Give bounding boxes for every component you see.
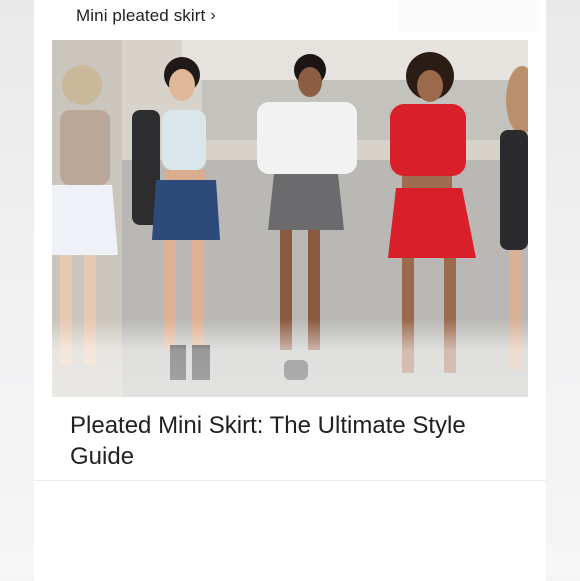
header-placeholder bbox=[398, 0, 540, 32]
right-margin bbox=[546, 0, 580, 580]
article-title[interactable]: Pleated Mini Skirt: The Ultimate Style G… bbox=[70, 410, 530, 472]
left-margin bbox=[0, 0, 34, 580]
image-overlay bbox=[52, 319, 528, 397]
chevron-right-icon: › bbox=[210, 7, 216, 24]
category-link-label: Mini pleated skirt bbox=[76, 6, 206, 25]
category-link[interactable]: Mini pleated skirt › bbox=[76, 6, 216, 26]
result-card[interactable]: Mini pleated skirt › Pleated Mini Skirt:… bbox=[34, 0, 546, 480]
next-card-placeholder bbox=[34, 480, 546, 581]
article-image[interactable] bbox=[52, 40, 528, 397]
